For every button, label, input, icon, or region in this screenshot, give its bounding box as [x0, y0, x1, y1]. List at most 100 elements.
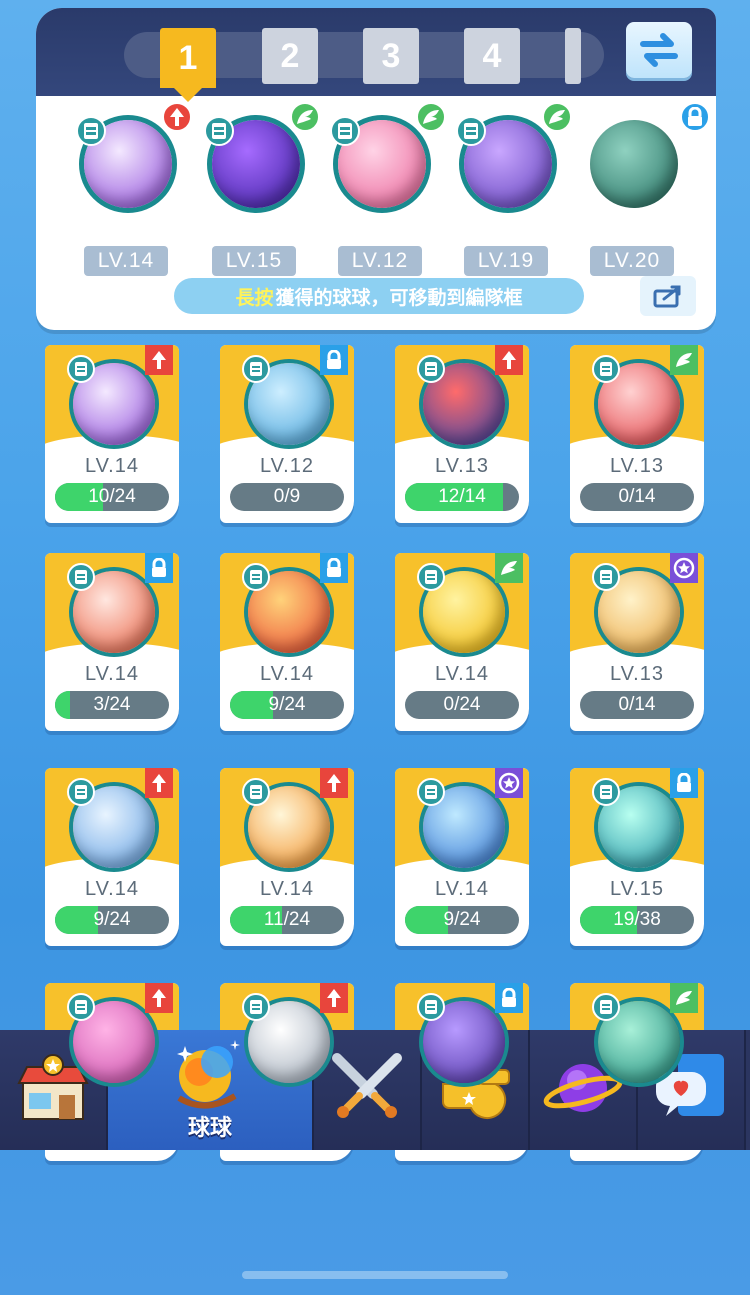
team-slot-4[interactable]: LV.19	[456, 102, 572, 276]
ball-id-icon	[242, 993, 270, 1021]
swap-arrows-icon	[640, 33, 678, 67]
chain-orb	[590, 120, 678, 208]
team-tab-4[interactable]: 4	[464, 28, 520, 84]
ball-card[interactable]: LV.14 3/24	[45, 553, 179, 731]
ball-id-icon	[67, 778, 95, 806]
ball-card[interactable]: LV.12 0/9	[220, 345, 354, 523]
ball-card[interactable]: LV.14 9/24	[220, 553, 354, 731]
home-indicator	[242, 1271, 508, 1279]
card-level: LV.13	[435, 455, 489, 477]
card-progress-bar: 3/24	[55, 691, 169, 719]
card-level: LV.14	[435, 663, 489, 685]
team-header: 1 2 3 4	[36, 8, 716, 102]
arrow-up-icon	[495, 345, 523, 375]
ball-card[interactable]: LV.14 11/24	[220, 768, 354, 946]
card-level: LV.15	[610, 878, 664, 900]
ball-card[interactable]: LV.14 9/24	[395, 768, 529, 946]
lock-icon	[320, 553, 348, 583]
wing-icon	[670, 345, 698, 375]
card-level: LV.12	[260, 455, 314, 477]
card-progress-bar: 0/14	[580, 483, 694, 511]
team-tab-1[interactable]: 1	[160, 28, 216, 102]
progress-text: 9/24	[268, 694, 306, 715]
swap-team-button[interactable]	[626, 22, 692, 78]
card-level: LV.14	[435, 878, 489, 900]
slot-level: LV.19	[464, 246, 548, 276]
lock-icon	[670, 768, 698, 798]
card-level: LV.14	[85, 455, 139, 477]
progress-text: 10/24	[88, 486, 136, 507]
hint-highlight-text: 長按	[235, 286, 274, 309]
progress-text: 0/24	[443, 694, 481, 715]
crossed-swords-icon	[329, 1052, 405, 1128]
star-circle-icon	[670, 553, 698, 583]
card-progress-bar: 9/24	[55, 906, 169, 934]
ball-card[interactable]: LV.13 12/14	[395, 345, 529, 523]
card-progress-bar: 0/14	[580, 691, 694, 719]
progress-text: 0/14	[618, 486, 656, 507]
arrow-up-icon	[145, 768, 173, 798]
team-slot-1[interactable]: LV.14	[76, 102, 192, 276]
progress-text: 19/38	[613, 909, 661, 930]
slot-level: LV.14	[84, 246, 168, 276]
ball-card[interactable]: LV.14 0/24	[395, 553, 529, 731]
progress-text: 3/24	[93, 694, 131, 715]
slot-level: LV.12	[338, 246, 422, 276]
ball-id-icon	[67, 993, 95, 1021]
ball-id-icon	[76, 116, 106, 146]
ball-id-icon	[242, 778, 270, 806]
team-slot-3[interactable]: LV.12	[330, 102, 446, 276]
progress-text: 9/24	[443, 909, 481, 930]
card-level: LV.14	[260, 663, 314, 685]
arrow-up-icon	[145, 345, 173, 375]
slot-level: LV.15	[212, 246, 296, 276]
arrow-up-icon	[320, 768, 348, 798]
progress-text: 12/14	[438, 486, 486, 507]
ball-card[interactable]: LV.14 9/24	[45, 768, 179, 946]
ball-id-icon	[592, 563, 620, 591]
card-level: LV.14	[260, 878, 314, 900]
ball-id-icon	[592, 778, 620, 806]
lock-icon	[145, 553, 173, 583]
lock-icon	[495, 983, 523, 1013]
card-progress-bar: 9/24	[230, 691, 344, 719]
card-level: LV.14	[85, 878, 139, 900]
ball-id-icon	[592, 993, 620, 1021]
ball-id-icon	[417, 355, 445, 383]
share-button[interactable]	[640, 276, 696, 316]
team-slot-2[interactable]: LV.15	[204, 102, 320, 276]
card-progress-bar: 10/24	[55, 483, 169, 511]
arrow-up-icon	[145, 983, 173, 1013]
wing-icon	[542, 102, 572, 132]
nav-item-crossed-swords[interactable]	[314, 1030, 422, 1150]
card-progress-bar: 0/24	[405, 691, 519, 719]
team-tab-3[interactable]: 3	[363, 28, 419, 84]
ball-id-icon	[330, 116, 360, 146]
ball-card[interactable]: LV.13 0/14	[570, 553, 704, 731]
team-tab-5-partial[interactable]	[565, 28, 581, 84]
progress-text: 11/24	[263, 909, 311, 930]
ball-id-icon	[417, 563, 445, 591]
ball-id-icon	[204, 116, 234, 146]
drag-hint-banner: 長按 獲得的球球，可移動到編隊框	[174, 278, 584, 314]
team-tab-2[interactable]: 2	[262, 28, 318, 84]
ball-id-icon	[242, 563, 270, 591]
arrow-up-icon	[320, 983, 348, 1013]
ball-id-icon	[67, 355, 95, 383]
wing-icon	[290, 102, 320, 132]
card-level: LV.13	[610, 455, 664, 477]
slot-level: LV.20	[590, 246, 674, 276]
ball-card[interactable]: LV.13 0/14	[570, 345, 704, 523]
ball-id-icon	[592, 355, 620, 383]
ball-card[interactable]: LV.14 10/24	[45, 345, 179, 523]
lock-icon	[320, 345, 348, 375]
progress-text: 0/14	[618, 694, 656, 715]
hint-text: 獲得的球球，可移動到編隊框	[275, 286, 523, 309]
ball-card[interactable]: LV.15 19/38	[570, 768, 704, 946]
team-slot-5[interactable]: LV.20	[582, 102, 710, 276]
ball-id-icon	[417, 993, 445, 1021]
progress-text: 9/24	[93, 909, 131, 930]
ball-id-icon	[67, 563, 95, 591]
balls-icon	[165, 1034, 255, 1118]
ball-id-icon	[456, 116, 486, 146]
